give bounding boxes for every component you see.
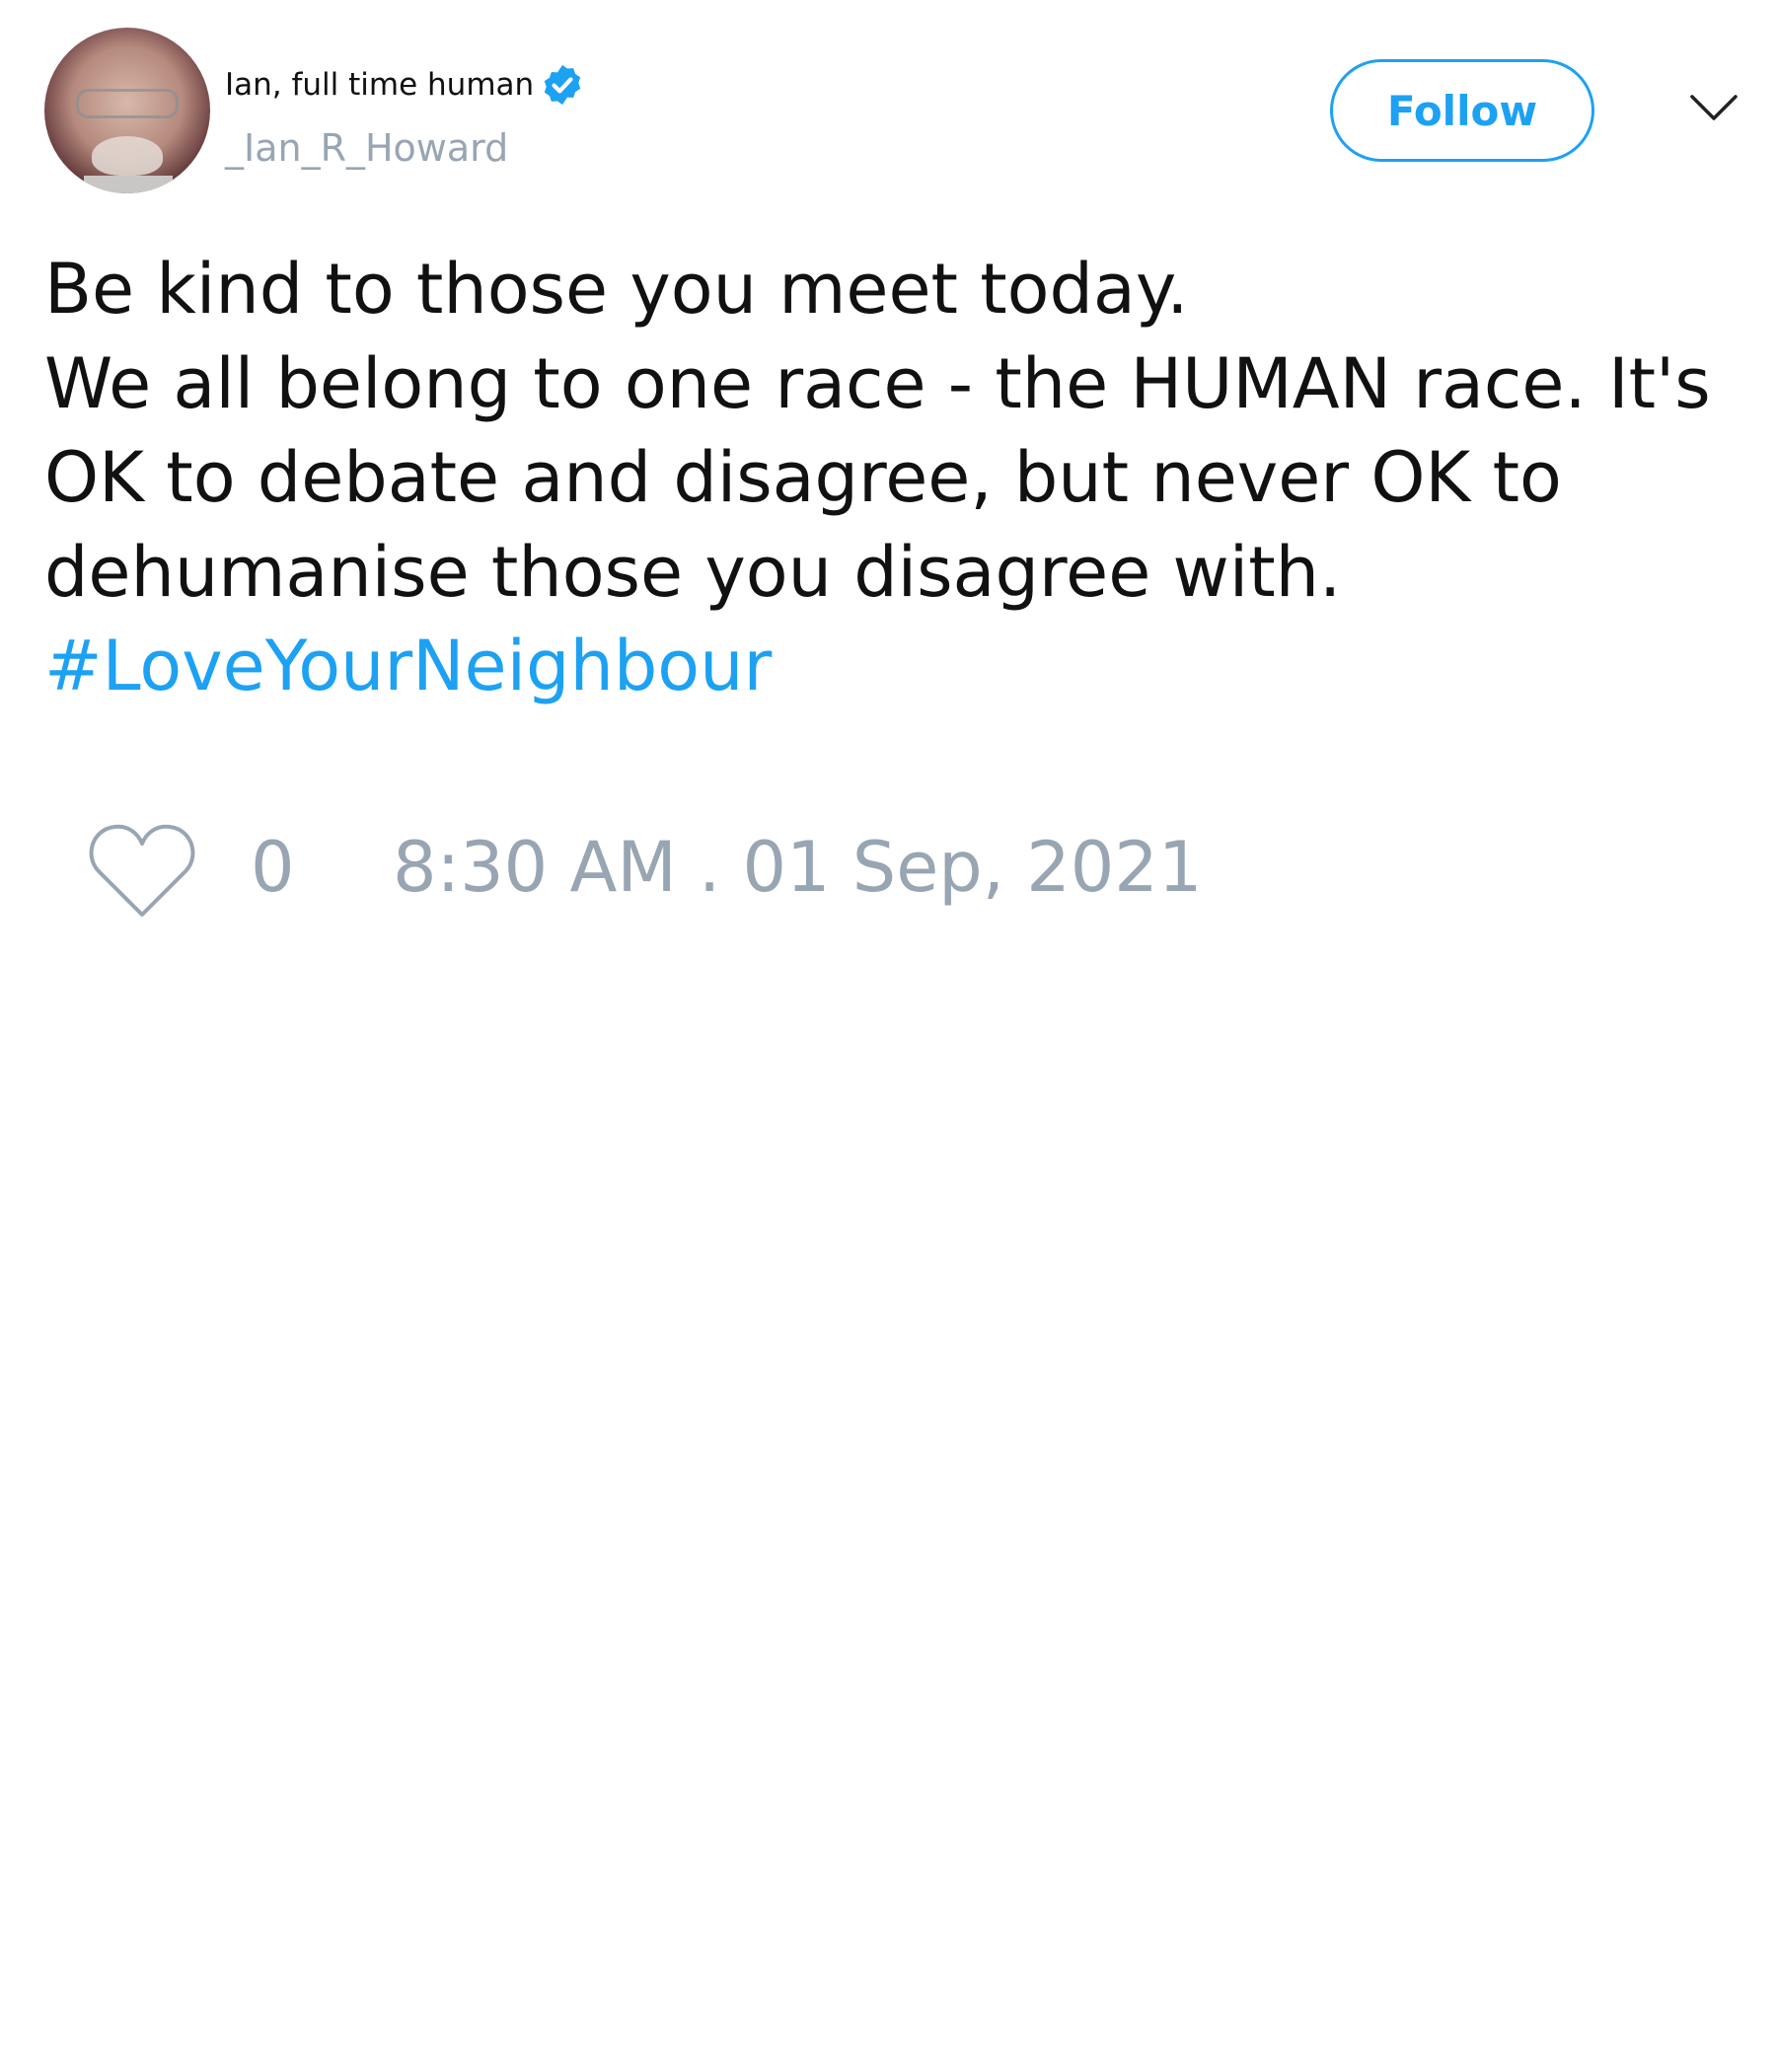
tweet-line: dehumanise those you disagree with. — [44, 531, 1342, 613]
tweet-line: OK to debate and disagree, but never OK … — [44, 437, 1562, 518]
avatar-beard — [92, 136, 163, 176]
avatar-shirt — [84, 176, 173, 193]
verified-badge-icon — [544, 64, 581, 106]
like-count: 0 — [251, 827, 295, 908]
author-handle[interactable]: _Ian_R_Howard — [225, 126, 508, 170]
author-name-row: Ian, full time human — [225, 61, 585, 109]
tweet-line: Be kind to those you meet today. — [44, 249, 1189, 330]
tweet-text: Be kind to those you meet today. We all … — [44, 243, 1741, 620]
author-display-name[interactable]: Ian, full time human — [225, 67, 534, 103]
heart-icon[interactable] — [87, 822, 197, 921]
timestamp[interactable]: 8:30 AM . 01 Sep, 2021 — [393, 827, 1202, 908]
chevron-down-icon[interactable] — [1689, 91, 1739, 124]
follow-button[interactable]: Follow — [1330, 59, 1594, 162]
avatar-glasses — [76, 89, 179, 118]
avatar[interactable] — [44, 28, 210, 193]
tweet-line: We all belong to one race - the HUMAN ra… — [44, 342, 1711, 424]
hashtag-link[interactable]: #LoveYourNeighbour — [44, 620, 772, 714]
